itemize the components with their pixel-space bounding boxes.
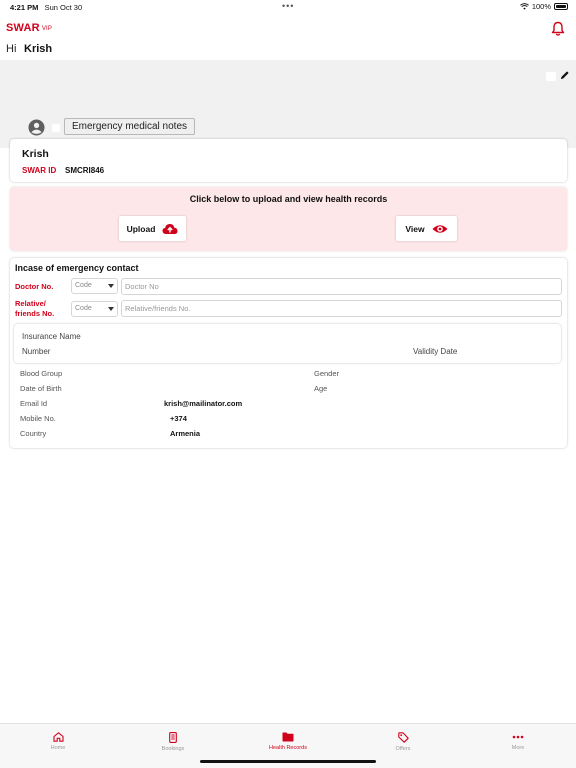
- home-indicator: [200, 760, 376, 763]
- view-label: View: [405, 223, 425, 234]
- insurance-validity-label: Validity Date: [413, 347, 458, 356]
- emergency-contact-card: Incase of emergency contact Doctor No. C…: [10, 258, 567, 448]
- age-label: Age: [314, 384, 328, 393]
- upload-label: Upload: [126, 223, 156, 234]
- tag-icon: [397, 732, 409, 743]
- battery-percent: 100%: [531, 2, 551, 11]
- eye-icon: [432, 224, 448, 233]
- upload-button[interactable]: Upload: [119, 216, 186, 241]
- health-records-headline: Click below to upload and view health re…: [189, 194, 388, 204]
- chevron-down-icon: [108, 284, 114, 288]
- insurance-number-label: Number: [22, 347, 51, 356]
- folder-icon: [282, 732, 294, 742]
- insurance-name-label: Insurance Name: [22, 332, 81, 341]
- profile-banner: Emergency medical notes: [0, 60, 576, 148]
- tab-bookings[interactable]: Bookings: [143, 732, 203, 752]
- wifi-icon: [519, 3, 529, 10]
- country-label: Country: [20, 429, 47, 438]
- app-header: SWAR VIP: [0, 14, 576, 42]
- tab-health-records[interactable]: Health Records: [258, 732, 318, 751]
- doctor-code-placeholder: Code: [75, 282, 92, 289]
- emergency-contact-title: Incase of emergency contact: [15, 263, 139, 273]
- greeting-bar: Hi Krish: [0, 42, 576, 60]
- bell-icon[interactable]: [551, 21, 565, 37]
- status-indicators: 100%: [519, 2, 568, 11]
- relative-code-placeholder: Code: [75, 305, 92, 312]
- status-bar: 4:21 PM Sun Oct 30 ••• 100%: [0, 0, 576, 14]
- multitask-dots: •••: [282, 1, 295, 11]
- health-records-panel: Click below to upload and view health re…: [10, 187, 567, 251]
- country-value: Armenia: [170, 429, 201, 438]
- tab-offers[interactable]: Offers: [373, 732, 433, 752]
- user-circle-icon[interactable]: [28, 119, 45, 136]
- greeting-name: Krish: [24, 43, 53, 55]
- swar-id-label: SWAR ID: [22, 166, 57, 175]
- blood-group-label: Blood Group: [20, 369, 63, 378]
- phone-icon: [169, 732, 177, 743]
- chevron-down-icon: [108, 307, 114, 311]
- swar-id-card: Krish SWAR ID SMCRI846: [10, 139, 567, 182]
- tab-home[interactable]: Home: [28, 732, 88, 751]
- gender-label: Gender: [314, 369, 340, 378]
- insurance-card[interactable]: Insurance Name Number Validity Date: [14, 324, 561, 363]
- mobile-value: +374: [170, 414, 187, 423]
- profile-image-placeholder: [546, 72, 556, 81]
- status-time: 4:21 PM Sun Oct 30: [10, 3, 83, 12]
- brand-logo: SWAR VIP: [6, 22, 53, 34]
- cloud-upload-icon: [162, 223, 178, 234]
- dob-label: Date of Birth: [20, 384, 62, 393]
- avatar-select-box[interactable]: [52, 124, 60, 132]
- view-button[interactable]: View: [396, 216, 457, 241]
- more-icon: [512, 735, 524, 739]
- relative-number-label: Relative/ friends No.: [15, 299, 55, 318]
- battery-icon: [554, 3, 568, 10]
- patient-name: Krish: [22, 148, 49, 160]
- swar-id-value: SMCRI846: [65, 166, 105, 175]
- home-icon: [52, 732, 64, 742]
- relative-code-select[interactable]: Code: [71, 301, 118, 317]
- doctor-number-input[interactable]: Doctor No: [121, 278, 562, 295]
- doctor-code-select[interactable]: Code: [71, 278, 118, 294]
- greeting-hi: Hi: [6, 43, 17, 55]
- email-value: krish@mailinator.com: [164, 399, 243, 408]
- email-label: Email Id: [20, 399, 48, 408]
- emergency-medical-notes-button[interactable]: Emergency medical notes: [64, 118, 195, 135]
- tab-more[interactable]: More: [488, 732, 548, 751]
- doctor-number-label: Doctor No.: [15, 282, 54, 291]
- relative-number-input[interactable]: Relative/friends No.: [121, 300, 562, 317]
- pencil-icon[interactable]: [560, 70, 570, 80]
- mobile-label: Mobile No.: [20, 414, 56, 423]
